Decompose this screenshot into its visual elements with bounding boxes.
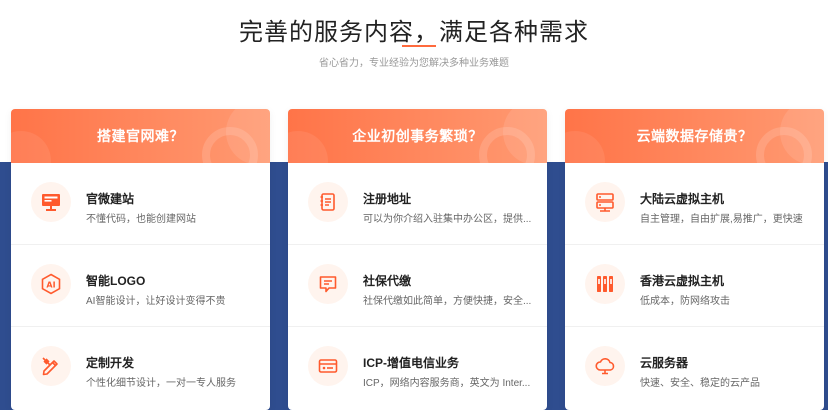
server-rack-icon (585, 182, 625, 222)
monitor-icon (31, 182, 71, 222)
service-item-social-insurance[interactable]: 社保代缴 社保代缴如此简单，方便快捷，安全... (288, 245, 547, 327)
service-card-cloud: 云端数据存储贵？ 大陆云虚拟主机 自主管理，自由扩展,易推广，更快速 香港云虚拟… (565, 109, 824, 410)
card-header: 企业初创事务繁琐？ (288, 109, 547, 163)
document-list-icon (308, 182, 348, 222)
item-title: 智能LOGO (86, 274, 146, 288)
ai-hexagon-icon: AI (31, 264, 71, 304)
section-subtitle: 省心省力，专业经验为您解决多种业务难题 (319, 58, 509, 69)
section-title: 完善的服务内容，满足各种需求 (239, 19, 589, 46)
item-desc: 不懂代码，也能创建网站 (86, 214, 196, 225)
item-title: 云服务器 (640, 356, 689, 370)
item-desc: 可以为你介绍入驻集中办公区，提供... (363, 214, 532, 225)
item-desc: 自主管理，自由扩展,易推广，更快速 (640, 214, 803, 225)
item-desc: 低成本，防网络攻击 (640, 296, 730, 307)
item-title: 注册地址 (363, 192, 412, 206)
card-title: 搭建官网难？ (97, 128, 184, 144)
id-card-icon (308, 346, 348, 386)
item-title: 大陆云虚拟主机 (640, 192, 725, 206)
item-title: 定制开发 (86, 356, 135, 370)
service-item-mainland-vhost[interactable]: 大陆云虚拟主机 自主管理，自由扩展,易推广，更快速 (565, 163, 824, 245)
item-desc: AI智能设计，让好设计变得不贵 (86, 296, 226, 307)
card-header: 云端数据存储贵？ (565, 109, 824, 163)
item-desc: 个性化细节设计，一对一专人服务 (86, 378, 236, 389)
service-item-icp[interactable]: ICP-增值电信业务 ICP，网络内容服务商，英文为 Inter... (288, 327, 547, 409)
server-tower-icon (585, 264, 625, 304)
service-item-hongkong-vhost[interactable]: 香港云虚拟主机 低成本，防网络攻击 (565, 245, 824, 327)
service-card-startup: 企业初创事务繁琐？ 注册地址 可以为你介绍入驻集中办公区，提供... 社保代缴 … (288, 109, 547, 410)
title-underline (402, 45, 436, 47)
card-header: 搭建官网难？ (11, 109, 270, 163)
service-item-website-builder[interactable]: 官微建站 不懂代码，也能创建网站 (11, 163, 270, 245)
service-item-registered-address[interactable]: 注册地址 可以为你介绍入驻集中办公区，提供... (288, 163, 547, 245)
cloud-icon (585, 346, 625, 386)
item-desc: 快速、安全、稳定的云产品 (640, 378, 760, 389)
service-item-custom-dev[interactable]: 定制开发 个性化细节设计，一对一专人服务 (11, 327, 270, 409)
message-doc-icon (308, 264, 348, 304)
service-item-cloud-server[interactable]: 云服务器 快速、安全、稳定的云产品 (565, 327, 824, 409)
item-title: 香港云虚拟主机 (640, 274, 725, 288)
item-desc: 社保代缴如此简单，方便快捷，安全... (363, 296, 532, 307)
item-title: 社保代缴 (363, 274, 412, 288)
card-title: 云端数据存储贵？ (636, 128, 753, 144)
card-title: 企业初创事务繁琐？ (352, 128, 483, 144)
pencil-ruler-icon (31, 346, 71, 386)
svg-text:AI: AI (46, 281, 55, 290)
item-desc: ICP，网络内容服务商，英文为 Inter... (363, 378, 531, 389)
item-title: ICP-增值电信业务 (363, 356, 460, 370)
service-item-smart-logo[interactable]: AI 智能LOGO AI智能设计，让好设计变得不贵 (11, 245, 270, 327)
item-title: 官微建站 (86, 192, 135, 206)
service-card-website: 搭建官网难？ 官微建站 不懂代码，也能创建网站 AI 智能LOGO AI智能设计… (11, 109, 270, 410)
